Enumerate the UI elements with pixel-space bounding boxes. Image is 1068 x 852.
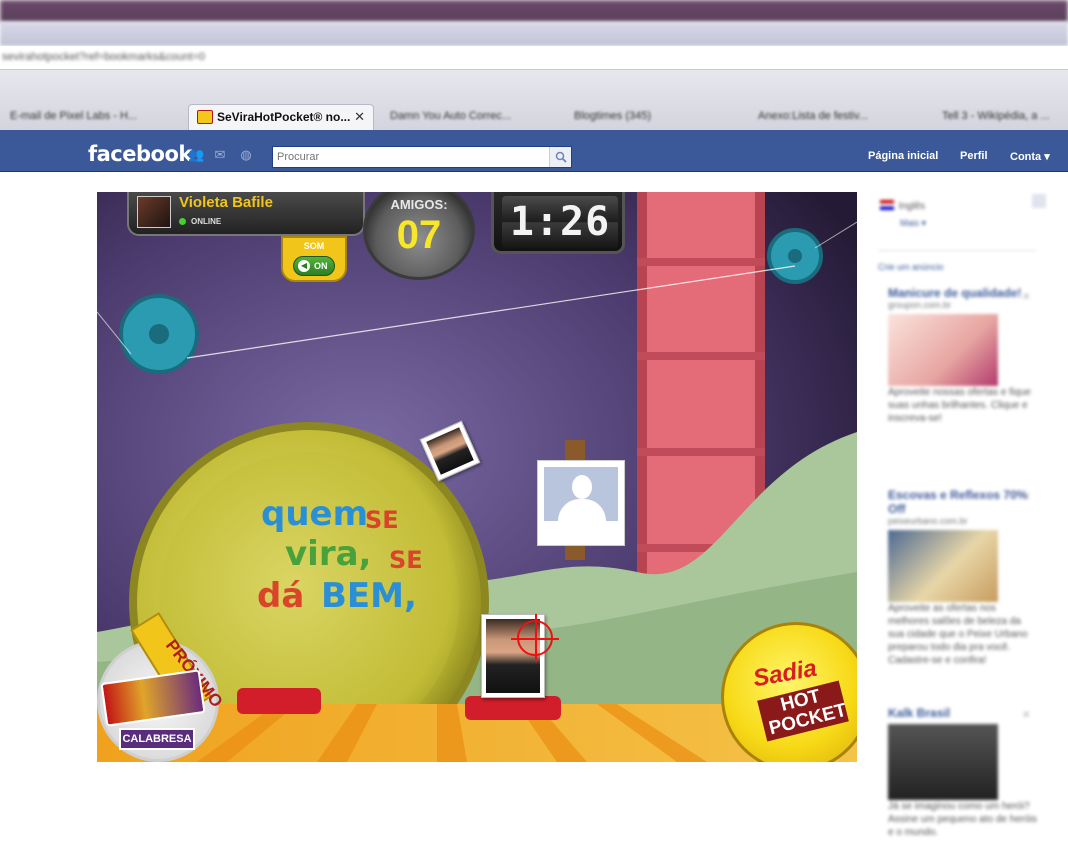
player-status: ONLINE	[191, 217, 222, 226]
sound-control: SOM ◀ ON	[281, 236, 347, 282]
messages-icon[interactable]: ✉	[212, 148, 228, 161]
search-icon	[555, 151, 567, 163]
speaker-icon: ◀	[298, 260, 310, 272]
ads-section: Crie um anúncio	[878, 250, 1036, 275]
crosshair-icon[interactable]	[511, 614, 559, 662]
slogan-word: SE	[389, 546, 423, 574]
notifications-globe-icon[interactable]: ◍	[238, 148, 254, 161]
friends-label: AMIGOS:	[390, 197, 448, 212]
search-input[interactable]	[273, 147, 549, 167]
slogan-word: SE	[365, 506, 399, 534]
close-ad-icon[interactable]: ✕	[1022, 292, 1030, 303]
tab-label: Anexo:Lista de festiv...	[758, 110, 868, 122]
empty-profile-card[interactable]	[537, 460, 625, 546]
ad-title: Escovas e Reflexos 70% Off	[888, 488, 1028, 516]
slogan-word: quem	[261, 494, 369, 534]
platform-center	[465, 696, 561, 720]
ladder-rung	[637, 258, 765, 266]
wire-wheel-left-hub	[149, 324, 169, 344]
ad-body: Aproveite as ofertas nos melhores salões…	[888, 603, 1028, 666]
facebook-logo[interactable]: facebook	[88, 142, 192, 166]
tab-lista-festivais[interactable]: Anexo:Lista de festiv...	[752, 106, 932, 128]
nav-account[interactable]: Conta ▾	[1010, 150, 1050, 163]
ad-image	[888, 724, 998, 800]
sound-state: ON	[314, 261, 328, 271]
ad-domain: groupon.com.br	[888, 300, 952, 310]
tab-label: SeViraHotPocket® no...	[217, 110, 351, 124]
language-row: Inglês	[880, 196, 925, 214]
close-ad-icon[interactable]: ✕	[1022, 710, 1030, 721]
sound-label: SOM	[303, 241, 325, 251]
language-more-link[interactable]: Mais ▾	[900, 218, 926, 229]
tab-wikipedia[interactable]: Tell 3 - Wikipédia, a ...	[936, 106, 1066, 128]
slogan-word: vira,	[285, 534, 372, 574]
player-panel: Violeta Bafile ONLINE	[127, 192, 365, 236]
right-sidebar: Inglês Mais ▾ Crie um anúncio Manicure d…	[870, 180, 1068, 852]
bookmark-bar	[0, 22, 1068, 46]
nav-account-label: Conta	[1010, 151, 1042, 163]
flag-icon	[880, 199, 894, 210]
close-tab-icon[interactable]: ✕	[354, 109, 365, 125]
avatar	[137, 196, 171, 228]
wire-wheel-right-hub	[788, 249, 802, 263]
search-button[interactable]	[549, 147, 571, 167]
ad-item[interactable]: Manicure de qualidade! groupon.com.br Ap…	[888, 286, 1038, 425]
address-text: sevirahotpocket?ref=bookmarks&count=0	[2, 51, 206, 63]
chevron-down-icon: ▾	[1044, 151, 1050, 163]
ad-body: Já se imaginou como um herói? Assine um …	[888, 801, 1037, 838]
ladder-rung	[637, 448, 765, 456]
tab-label: Damn You Auto Correc...	[390, 110, 512, 122]
sound-toggle[interactable]: ◀ ON	[293, 256, 335, 276]
tab-damnyouautocorrect[interactable]: Damn You Auto Correc...	[384, 106, 564, 128]
hotpocket-favicon-icon	[197, 110, 213, 124]
language-label: Inglês	[898, 201, 926, 212]
create-ad-link[interactable]: Crie um anúncio	[878, 262, 944, 272]
tab-strip: E-mail de Pixel Labs - H... SeViraHotPoc…	[0, 70, 1068, 130]
slogan-word: BEM,	[321, 576, 417, 616]
tab-email[interactable]: E-mail de Pixel Labs - H...	[4, 106, 184, 128]
ad-title: Manicure de qualidade!	[888, 286, 1022, 300]
player-name: Violeta Bafile	[179, 194, 273, 211]
ad-body: Aproveite nossas ofertas e fique suas un…	[888, 387, 1031, 424]
friends-count: 07	[396, 213, 442, 257]
window-title-bar	[0, 0, 1068, 22]
search-box	[272, 146, 572, 168]
product-flavor: CALABRESA	[119, 728, 195, 750]
online-status-dot-icon	[179, 218, 186, 225]
ad-image	[888, 530, 998, 602]
game-canvas[interactable]: Violeta Bafile ONLINE SOM ◀ ON AMIGOS: 0…	[97, 192, 857, 762]
tab-label: E-mail de Pixel Labs - H...	[10, 110, 138, 122]
ad-item[interactable]: Escovas e Reflexos 70% Off peixeurbano.c…	[888, 488, 1038, 667]
nav-home[interactable]: Página inicial	[868, 150, 938, 162]
close-ad-icon[interactable]: ✕	[1022, 492, 1030, 503]
ad-title: Kalk Brasil	[888, 706, 951, 720]
ladder-rung	[637, 352, 765, 360]
countdown-timer: 1:26	[491, 192, 625, 254]
tab-active-sevirahotpocket[interactable]: SeViraHotPocket® no... ✕	[188, 104, 374, 130]
tab-label: Blogtimes (345)	[574, 110, 652, 122]
settings-icon[interactable]	[1032, 194, 1046, 208]
nav-profile[interactable]: Perfil	[960, 150, 988, 162]
profile-silhouette-icon	[544, 467, 618, 521]
ad-item[interactable]: Kalk Brasil Já se imaginou como um herói…	[888, 706, 1038, 839]
slogan-word: dá	[257, 576, 305, 616]
friend-photo	[426, 427, 474, 475]
timer-value: 1:26	[502, 196, 618, 248]
platform-left	[237, 688, 321, 714]
ad-domain: peixeurbano.com.br	[888, 516, 968, 526]
tab-blogtimes[interactable]: Blogtimes (345)	[568, 106, 748, 128]
ad-image	[888, 314, 998, 386]
tab-label: Tell 3 - Wikipédia, a ...	[942, 110, 1050, 122]
friend-requests-icon[interactable]: 👥	[188, 148, 204, 161]
address-bar[interactable]: sevirahotpocket?ref=bookmarks&count=0	[0, 46, 1068, 70]
